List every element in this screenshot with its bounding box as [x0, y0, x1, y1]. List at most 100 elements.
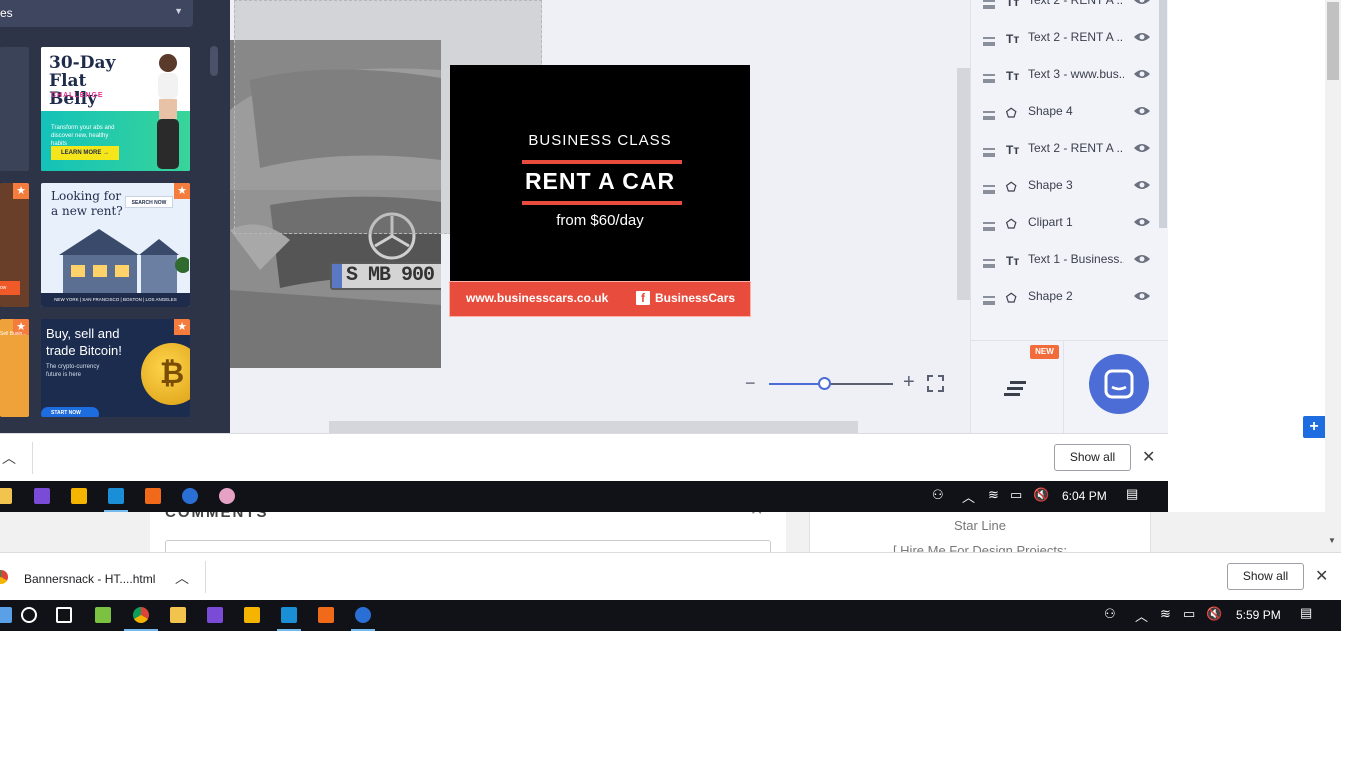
xampp-icon[interactable] — [318, 607, 334, 623]
layer-row[interactable]: ⬠ Clipart 1 — [971, 214, 1161, 251]
drag-handle-icon[interactable] — [983, 0, 995, 9]
clock[interactable]: 5:59 PM — [1236, 608, 1281, 622]
template-category-dropdown[interactable]: es ▼ — [0, 0, 193, 27]
sidebar-line[interactable]: Star Line — [810, 518, 1150, 533]
zoom-slider-handle[interactable] — [817, 377, 831, 390]
sidebar-line[interactable]: [ Hire Me For Design Projects: — [810, 543, 1150, 552]
app-icon[interactable] — [108, 488, 124, 504]
banner-headline[interactable]: RENT A CAR — [450, 168, 750, 195]
wifi-icon[interactable]: ≋ — [988, 487, 999, 503]
banner-price[interactable]: from $60/day — [450, 212, 750, 229]
layer-row[interactable]: ⬠ Shape 2 — [971, 288, 1161, 325]
paint-icon[interactable] — [219, 488, 235, 504]
templates-scrollbar[interactable] — [210, 46, 218, 76]
battery-icon[interactable]: ▭ — [1183, 606, 1195, 622]
layers-toggle-icon[interactable] — [1004, 379, 1028, 397]
visual-studio-icon[interactable] — [207, 607, 223, 623]
xampp-icon[interactable] — [145, 488, 161, 504]
drag-handle-icon[interactable] — [983, 185, 995, 194]
layer-row[interactable]: Tт Text 3 - www.bus... — [971, 66, 1161, 103]
volume-mute-icon[interactable]: 🔇 — [1033, 487, 1049, 503]
canvas-horizontal-scrollbar[interactable] — [329, 421, 858, 433]
visibility-eye-icon[interactable] — [1133, 216, 1151, 228]
close-icon[interactable]: ✕ — [1315, 566, 1328, 586]
drag-handle-icon[interactable] — [983, 37, 995, 46]
windows-icon[interactable] — [0, 607, 12, 623]
template-card-partial[interactable]: ★ Sell Busin... — [0, 319, 29, 417]
visibility-eye-icon[interactable] — [1133, 253, 1151, 265]
people-icon[interactable]: ⚇ — [1104, 606, 1116, 622]
media-player-icon[interactable] — [71, 488, 87, 504]
visibility-eye-icon[interactable] — [1133, 105, 1151, 117]
canvas-vertical-scrollbar[interactable] — [957, 68, 970, 300]
chevron-up-icon[interactable]: ︿ — [175, 568, 189, 588]
chevron-up-icon[interactable]: ︿ — [2, 448, 16, 468]
file-explorer-icon[interactable] — [0, 488, 12, 504]
template-card-flat-belly[interactable]: 30-Day Flat Belly CHALLENGE Transform yo… — [41, 47, 190, 171]
drag-handle-icon[interactable] — [983, 222, 995, 231]
visibility-eye-icon[interactable] — [1133, 290, 1151, 302]
scrollbar-thumb[interactable] — [1327, 2, 1339, 80]
layer-row[interactable]: Tт Text 2 - RENT A ... — [971, 0, 1161, 29]
close-icon[interactable]: ✕ — [750, 512, 763, 520]
visibility-eye-icon[interactable] — [1133, 142, 1151, 154]
template-card-partial[interactable] — [0, 47, 29, 171]
fullscreen-icon[interactable] — [927, 375, 944, 392]
search-icon[interactable] — [21, 607, 37, 623]
drag-handle-icon[interactable] — [983, 296, 995, 305]
notifications-icon[interactable]: ▤ — [1126, 486, 1138, 502]
wifi-icon[interactable]: ≋ — [1160, 606, 1171, 622]
zoom-control: − + — [745, 371, 945, 395]
chevron-up-icon[interactable]: ︿ — [962, 487, 975, 506]
android-studio-icon[interactable] — [95, 607, 111, 623]
template-card-rent[interactable]: ★ Looking for a new rent? SEARCH NOW NEW… — [41, 183, 190, 307]
download-file-name[interactable]: Bannersnack - HT....html — [24, 572, 155, 586]
layer-row[interactable]: Tт Text 2 - RENT A ... — [971, 29, 1161, 66]
close-icon[interactable]: ✕ — [1142, 447, 1155, 467]
task-view-icon[interactable] — [56, 607, 72, 623]
banner-footer[interactable]: www.businesscars.co.uk f BusinessCars — [449, 281, 751, 317]
page-scrollbar[interactable]: ▼ — [1325, 0, 1341, 552]
banner-ad[interactable]: BUSINESS CLASS RENT A CAR from $60/day w… — [449, 65, 751, 317]
layer-row[interactable]: Tт Text 2 - RENT A ... — [971, 140, 1161, 177]
layer-row[interactable]: Tт Text 1 - Business... — [971, 251, 1161, 288]
visual-studio-icon[interactable] — [34, 488, 50, 504]
layer-row[interactable]: ⬠ Shape 3 — [971, 177, 1161, 214]
banner-divider-top[interactable] — [522, 160, 682, 164]
drag-handle-icon[interactable] — [983, 74, 995, 83]
zoom-out-button[interactable]: − — [745, 373, 756, 394]
visibility-eye-icon[interactable] — [1133, 179, 1151, 191]
show-all-button[interactable]: Show all — [1227, 563, 1304, 590]
layer-row[interactable]: ⬠ Shape 4 — [971, 103, 1161, 140]
scroll-down-icon[interactable]: ▼ — [1328, 536, 1336, 545]
file-explorer-icon[interactable] — [170, 607, 186, 623]
layers-scrollbar[interactable] — [1159, 0, 1167, 228]
zoom-in-button[interactable]: + — [903, 371, 915, 394]
drag-handle-icon[interactable] — [983, 259, 995, 268]
chrome-taskbar-icon[interactable] — [133, 607, 149, 623]
template-card-partial[interactable]: ★ ow — [0, 183, 29, 307]
battery-icon[interactable]: ▭ — [1010, 487, 1022, 503]
people-icon[interactable]: ⚇ — [932, 487, 944, 503]
app-icon[interactable] — [281, 607, 297, 623]
comment-input[interactable] — [165, 540, 771, 552]
volume-mute-icon[interactable]: 🔇 — [1206, 606, 1222, 622]
clock[interactable]: 6:04 PM — [1062, 489, 1107, 503]
notifications-icon[interactable]: ▤ — [1300, 605, 1312, 621]
visibility-eye-icon[interactable] — [1133, 31, 1151, 43]
chevron-up-icon[interactable]: ︿ — [1135, 606, 1148, 625]
design-canvas[interactable]: S MB 900 BUSINESS CLASS RENT A CAR from … — [230, 0, 970, 433]
template-card-bitcoin[interactable]: ★ Buy, sell and trade Bitcoin! The crypt… — [41, 319, 190, 417]
visibility-eye-icon[interactable] — [1133, 0, 1151, 6]
drag-handle-icon[interactable] — [983, 111, 995, 120]
media-player-icon[interactable] — [244, 607, 260, 623]
add-button[interactable]: + — [1303, 416, 1325, 438]
browser-icon[interactable] — [182, 488, 198, 504]
visibility-eye-icon[interactable] — [1133, 68, 1151, 80]
browser-icon[interactable] — [355, 607, 371, 623]
banner-kicker[interactable]: BUSINESS CLASS — [450, 132, 750, 149]
chat-support-button[interactable] — [1089, 354, 1149, 414]
show-all-button[interactable]: Show all — [1054, 444, 1131, 471]
banner-divider-bottom[interactable] — [522, 201, 682, 205]
drag-handle-icon[interactable] — [983, 148, 995, 157]
